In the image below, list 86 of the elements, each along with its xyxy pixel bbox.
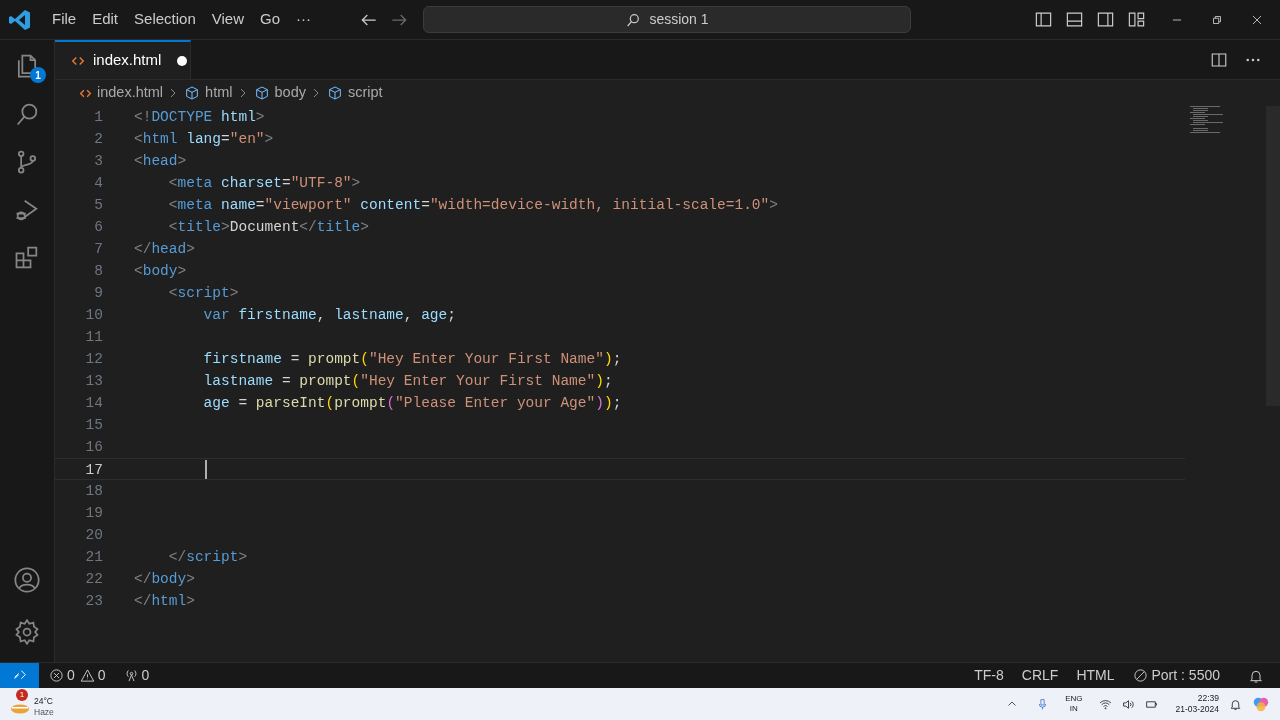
- line-number: 11: [84, 328, 103, 347]
- line-number: 10: [84, 306, 103, 325]
- search-value: session 1: [649, 10, 709, 29]
- line-number: 16: [84, 438, 103, 457]
- code-text: <!DOCTYPE html>: [134, 108, 265, 127]
- line-number: 3: [93, 152, 103, 171]
- line-number: 23: [84, 592, 103, 611]
- line-number: 1: [93, 108, 103, 127]
- layout-toggle-icon[interactable]: [1096, 10, 1115, 29]
- split-editor-icon[interactable]: [1210, 50, 1228, 69]
- menu-item[interactable]: ···: [288, 8, 319, 31]
- command-center-field[interactable]: session 1: [423, 6, 911, 33]
- code-text: var firstname, lastname, age;: [202, 306, 456, 325]
- line-number: 19: [84, 504, 103, 523]
- editor-tab[interactable]: index.html: [55, 40, 191, 79]
- weather-text: Haze: [34, 707, 54, 718]
- text-cursor: [205, 460, 207, 479]
- status-item[interactable]: CRLF: [1021, 665, 1059, 686]
- code-text: <html lang="en">: [134, 130, 274, 149]
- problems-status[interactable]: 0 0: [49, 665, 106, 686]
- line-number: 20: [84, 526, 103, 545]
- cube-icon: [326, 85, 343, 101]
- port-icon: [1132, 668, 1148, 683]
- line-number: 4: [93, 174, 103, 193]
- customize-layout-icon[interactable]: [1127, 10, 1146, 29]
- port-status[interactable]: Port : 5500: [1132, 665, 1220, 686]
- layout-toggle-icon[interactable]: [1065, 10, 1084, 29]
- menu-item[interactable]: Selection: [126, 8, 204, 31]
- code-text: <script>: [167, 284, 239, 303]
- code-text: <body>: [134, 262, 187, 281]
- clock[interactable]: 22:39 21-03-2024: [1175, 693, 1219, 715]
- line-number: 5: [93, 196, 103, 215]
- copilot-icon[interactable]: [1252, 695, 1270, 713]
- wifi-icon[interactable]: [1098, 697, 1112, 711]
- code-text: <head>: [134, 152, 187, 171]
- cube-icon: [184, 85, 201, 101]
- line-number: 8: [93, 262, 103, 281]
- account-icon[interactable]: [13, 566, 41, 594]
- code-text: <meta name="viewport" content="width=device-width, initial-scale=1.0">: [167, 196, 778, 215]
- menu-item[interactable]: File: [44, 8, 85, 31]
- tab-label: index.html: [93, 50, 162, 71]
- line-number: 2: [93, 130, 103, 149]
- line-number: 14: [84, 394, 103, 413]
- error-icon: [49, 668, 64, 683]
- status-item[interactable]: TF-8: [974, 665, 1004, 686]
- temperature: 24°C: [34, 696, 54, 707]
- line-number: 6: [93, 218, 103, 237]
- line-number: 7: [93, 240, 103, 259]
- line-number: 13: [84, 372, 103, 391]
- line-number: 17: [84, 461, 103, 479]
- warning-icon: [79, 668, 95, 683]
- weather-badge: 1: [16, 689, 28, 701]
- breadcrumb-item[interactable]: body: [274, 82, 306, 104]
- code-text: age = parseInt(prompt("Please Enter your Age"));: [202, 394, 622, 413]
- language-indicator[interactable]: ENG IN: [1065, 694, 1083, 714]
- code-text: <meta charset="UTF-8">: [167, 174, 361, 193]
- line-number: 9: [93, 284, 103, 303]
- code-text: lastname = prompt("Hey Enter Your First Name");: [202, 372, 613, 391]
- line-number: 22: [84, 570, 103, 589]
- code-text: firstname = prompt("Hey Enter Your First Name");: [202, 350, 622, 369]
- code-text: </head>: [134, 240, 195, 259]
- code-text: </html>: [134, 592, 195, 611]
- volume-icon[interactable]: [1121, 697, 1135, 711]
- line-number: 12: [84, 350, 103, 369]
- cube-icon: [253, 85, 270, 101]
- breadcrumb-item[interactable]: html: [205, 82, 233, 104]
- code-text: <title>Document</title>: [167, 218, 369, 237]
- code-text: </script>: [167, 548, 248, 567]
- vscode-logo-icon: [8, 7, 32, 32]
- ports-status[interactable]: 0: [123, 665, 150, 686]
- status-item[interactable]: HTML: [1076, 665, 1115, 686]
- search-icon: [625, 11, 642, 28]
- menu-item[interactable]: Go: [252, 8, 288, 31]
- code-text: </body>: [134, 570, 195, 589]
- layout-toggle-icon[interactable]: [1034, 10, 1053, 29]
- menu-item[interactable]: View: [203, 8, 252, 31]
- menu-item[interactable]: Edit: [84, 8, 127, 31]
- settings-icon[interactable]: [13, 618, 41, 646]
- breadcrumb-item[interactable]: index.html: [97, 82, 164, 104]
- bell-icon[interactable]: [1229, 697, 1242, 711]
- line-number: 18: [84, 482, 103, 501]
- line-number: 21: [84, 548, 103, 567]
- line-number: 15: [84, 416, 103, 435]
- notification-badge: 1: [30, 67, 46, 83]
- breadcrumb-item[interactable]: script: [347, 82, 383, 104]
- antenna-icon: [123, 668, 139, 683]
